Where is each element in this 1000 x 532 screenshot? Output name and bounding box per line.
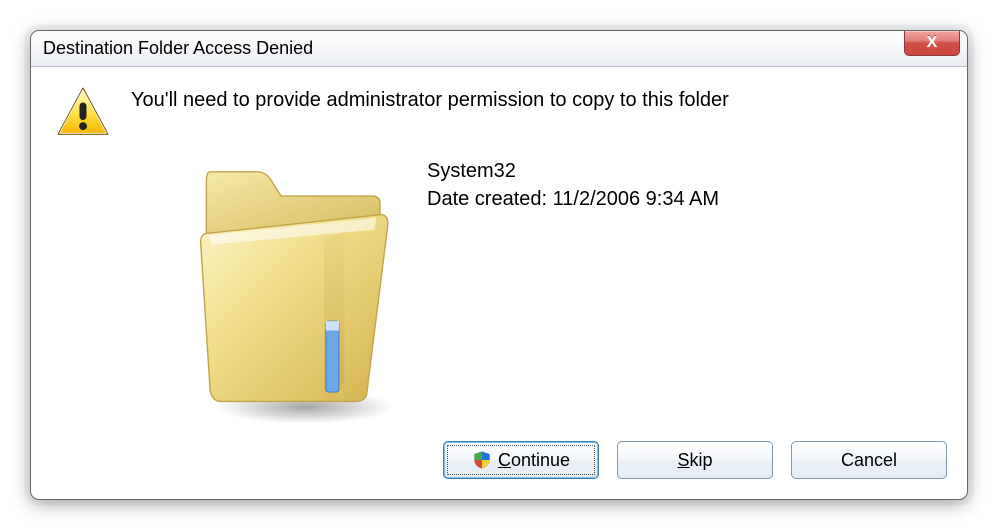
skip-label: Skip	[677, 450, 712, 471]
dialog-message: You'll need to provide administrator per…	[131, 85, 729, 112]
dialog-client-area: You'll need to provide administrator per…	[31, 67, 967, 499]
shield-icon	[472, 450, 492, 470]
folder-meta: System32 Date created: 11/2/2006 9:34 AM	[427, 155, 719, 213]
access-denied-dialog: Destination Folder Access Denied X	[30, 30, 968, 500]
skip-button[interactable]: Skip	[617, 441, 773, 479]
cancel-label: Cancel	[841, 450, 897, 471]
continue-label: Continue	[498, 450, 570, 471]
close-icon: X	[927, 34, 938, 52]
dialog-title: Destination Folder Access Denied	[43, 38, 313, 59]
folder-date: Date created: 11/2/2006 9:34 AM	[427, 185, 719, 213]
warning-icon	[55, 85, 111, 141]
titlebar: Destination Folder Access Denied X	[31, 31, 967, 67]
folder-icon	[181, 155, 411, 435]
close-button[interactable]: X	[904, 31, 960, 56]
cancel-button[interactable]: Cancel	[791, 441, 947, 479]
button-row: Continue Skip Cancel	[443, 441, 947, 479]
folder-name: System32	[427, 157, 719, 185]
continue-button[interactable]: Continue	[443, 441, 599, 479]
